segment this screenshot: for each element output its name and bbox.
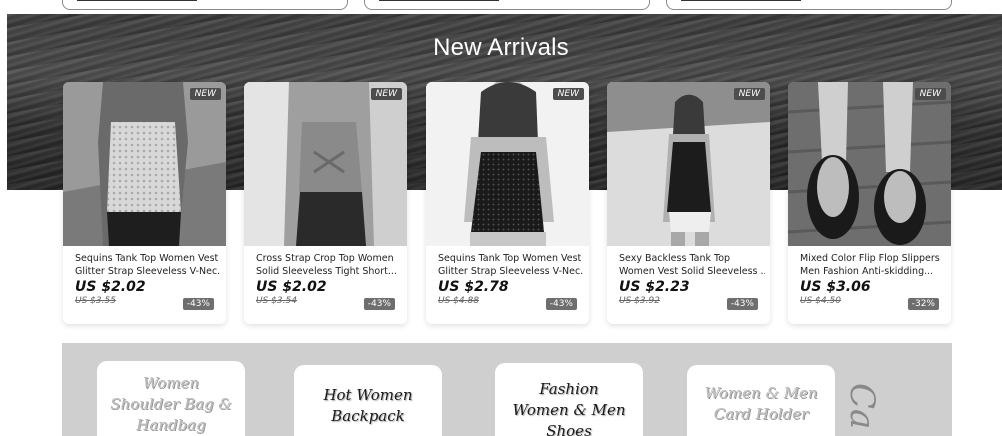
product-card[interactable]: NEW Mixed Color Flip Flop Slippers Men F… xyxy=(788,82,951,324)
category-panel: Women Shoulder Bag & Handbag Hot Women B… xyxy=(62,343,952,436)
top-category-box[interactable] xyxy=(62,0,348,10)
top-category-box[interactable] xyxy=(666,0,952,10)
product-price: US $2.02 xyxy=(75,279,146,295)
category-tile-card-holder[interactable]: Women & Men Card Holder xyxy=(687,365,835,436)
new-badge: NEW xyxy=(733,88,765,100)
product-title[interactable]: Sexy Backless Tank Top Women Vest Solid … xyxy=(619,252,765,278)
top-box-underline xyxy=(379,0,499,1)
product-price: US $2.78 xyxy=(438,279,509,295)
product-image[interactable]: NEW xyxy=(244,82,407,246)
product-price: US $2.02 xyxy=(256,279,327,295)
original-price: US $4.88 xyxy=(438,296,479,306)
section-title: New Arrivals xyxy=(433,34,569,61)
original-price: US $3.54 xyxy=(256,296,297,306)
product-card[interactable]: NEW Sexy Backless Tank Top Women Vest So… xyxy=(607,82,770,324)
new-badge: NEW xyxy=(370,88,402,100)
category-tile-shoulder-bag[interactable]: Women Shoulder Bag & Handbag xyxy=(97,361,245,436)
product-image[interactable]: NEW xyxy=(426,82,589,246)
product-title[interactable]: Cross Strap Crop Top Women Solid Sleevel… xyxy=(256,252,402,278)
discount-badge: -43% xyxy=(545,298,577,310)
top-box-underline xyxy=(681,0,801,1)
product-price: US $3.06 xyxy=(800,279,871,295)
product-image[interactable]: NEW xyxy=(788,82,951,246)
product-card[interactable]: NEW Cross Strap Crop Top Women Solid Sle… xyxy=(244,82,407,324)
product-card[interactable]: NEW Sequins Tank Top Women Vest Glitter … xyxy=(426,82,589,324)
top-category-box[interactable] xyxy=(364,0,650,10)
product-image[interactable]: NEW xyxy=(607,82,770,246)
new-badge: NEW xyxy=(914,88,946,100)
product-card[interactable]: NEW Sequins Tank Top Women Vest Glitter … xyxy=(63,82,226,324)
discount-badge: -43% xyxy=(363,298,395,310)
product-price: US $2.23 xyxy=(619,279,690,295)
discount-badge: -32% xyxy=(907,298,939,310)
product-title[interactable]: Mixed Color Flip Flop Slippers Men Fashi… xyxy=(800,252,946,278)
discount-badge: -43% xyxy=(726,298,758,310)
original-price: US $3.55 xyxy=(75,296,116,306)
new-badge: NEW xyxy=(552,88,584,100)
original-price: US $4.50 xyxy=(800,296,841,306)
top-box-underline xyxy=(77,0,197,1)
page: New Arrivals NEW Sequins Tank Top Women … xyxy=(0,0,1002,436)
discount-badge: -43% xyxy=(182,298,214,310)
category-tile-shoes[interactable]: Fashion Women & Men Shoes xyxy=(495,363,643,436)
product-image[interactable]: NEW xyxy=(63,82,226,246)
product-title[interactable]: Sequins Tank Top Women Vest Glitter Stra… xyxy=(438,252,584,278)
original-price: US $3.92 xyxy=(619,296,660,306)
product-title[interactable]: Sequins Tank Top Women Vest Glitter Stra… xyxy=(75,252,221,278)
category-tile-backpack[interactable]: Hot Women Backpack xyxy=(294,365,442,436)
category-tile-partial[interactable]: Ca xyxy=(842,383,882,429)
new-badge: NEW xyxy=(189,88,221,100)
